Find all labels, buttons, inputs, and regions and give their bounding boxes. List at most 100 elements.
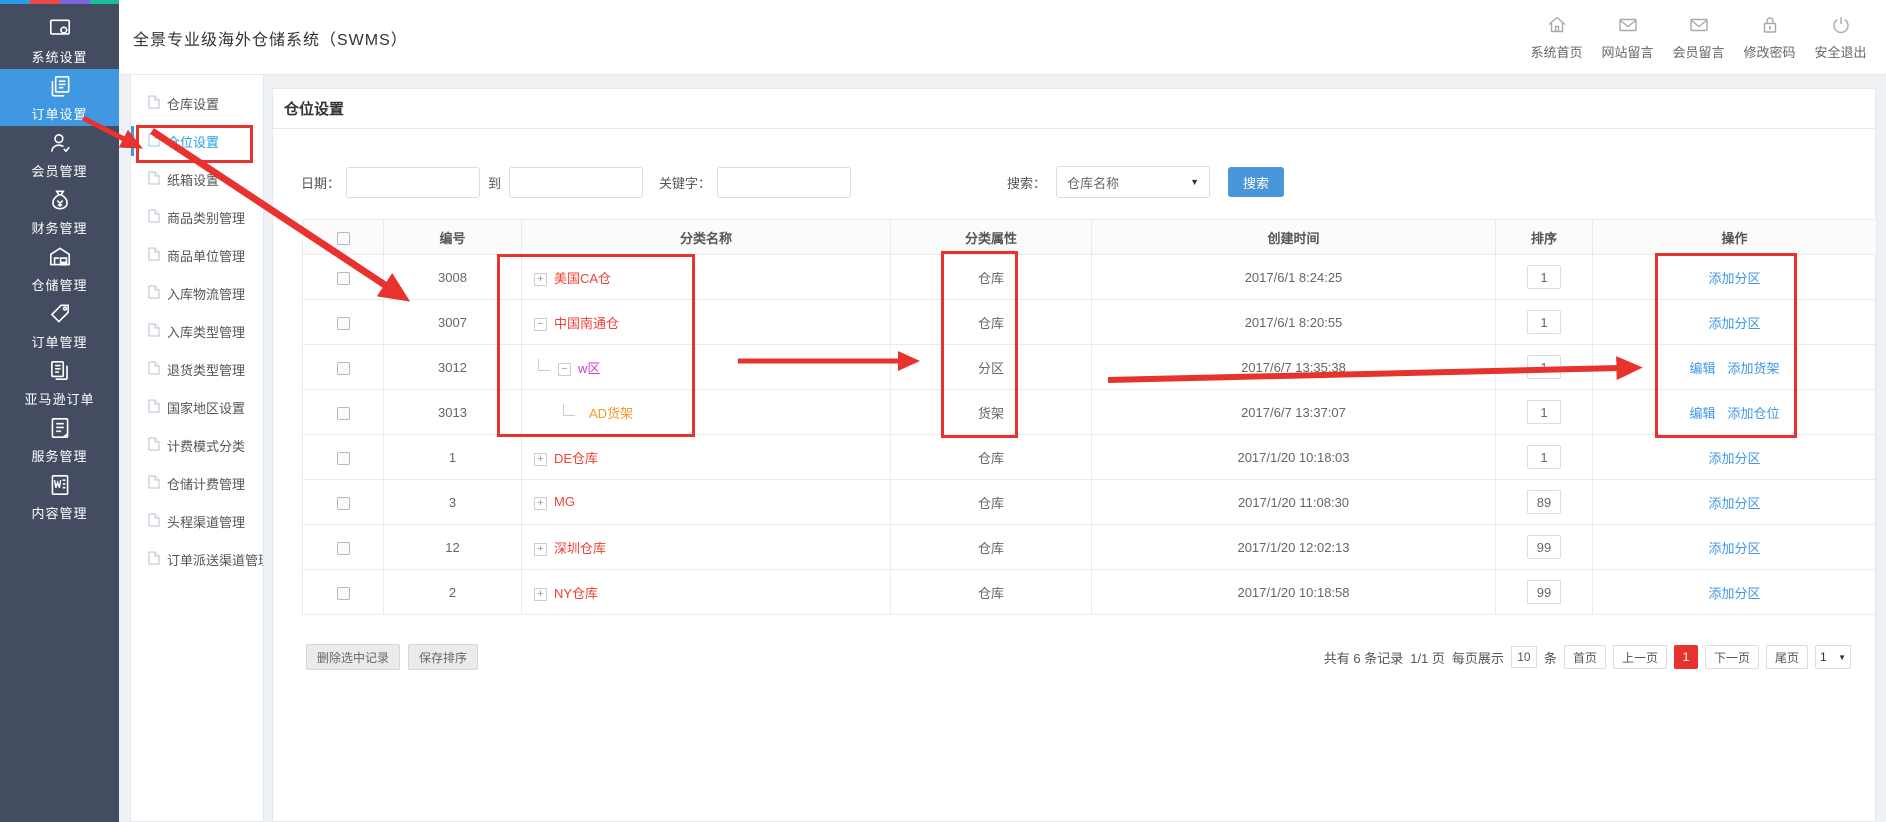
expand-icon[interactable]: + [534,497,547,510]
page-icon [148,133,160,150]
submenu-item-inbound-logistics[interactable]: 入库物流管理 [131,274,263,312]
row-created: 2017/1/20 12:02:13 [1092,525,1496,570]
sort-order-input[interactable] [1527,445,1561,469]
add-zone-link[interactable]: 添加分区 [1708,451,1760,466]
collapse-icon[interactable]: − [534,318,547,331]
date-from-input[interactable] [346,167,480,198]
add-zone-link[interactable]: 添加分区 [1708,586,1760,601]
add-zone-link[interactable]: 添加分区 [1708,496,1760,511]
sidebar-item-label: 仓储管理 [31,275,87,294]
sidebar-item-members[interactable]: 会员管理 [0,126,119,183]
category-name-link[interactable]: DE仓库 [554,451,598,466]
submenu-label: 退货类型管理 [167,360,245,379]
submenu-label: 入库物流管理 [167,284,245,303]
sort-order-input[interactable] [1527,400,1561,424]
save-sort-button[interactable]: 保存排序 [408,644,478,670]
chevron-down-icon: ▼ [1190,177,1199,187]
category-name-link[interactable]: w区 [578,361,600,376]
row-checkbox[interactable] [337,362,350,375]
submenu-item-inbound-type[interactable]: 入库类型管理 [131,312,263,350]
sidebar-item-label: 会员管理 [31,161,87,180]
next-page-button[interactable]: 下一页 [1705,645,1759,669]
expand-icon[interactable]: + [534,453,547,466]
submenu-item-warehouse-settings[interactable]: 仓库设置 [131,84,263,122]
sidebar-item-order-management[interactable]: 订单管理 [0,297,119,354]
submenu-item-storage-billing[interactable]: 仓储计费管理 [131,464,263,502]
submenu-item-billing-mode[interactable]: 计费模式分类 [131,426,263,464]
sort-order-input[interactable] [1527,265,1561,289]
submenu-item-first-leg-channel[interactable]: 头程渠道管理 [131,502,263,540]
topnav-site-messages[interactable]: 网站留言 [1592,14,1663,61]
sort-order-input[interactable] [1527,310,1561,334]
expand-icon[interactable]: + [534,273,547,286]
sidebar-item-system-settings[interactable]: 系统设置 [0,12,119,69]
category-name-link[interactable]: 深圳仓库 [554,541,606,556]
keyword-input[interactable] [717,167,851,198]
edit-link[interactable]: 编辑 [1689,361,1715,376]
topnav-member-messages[interactable]: 会员留言 [1663,14,1734,61]
prev-page-button[interactable]: 上一页 [1613,645,1667,669]
row-checkbox[interactable] [337,272,350,285]
add-bin-link[interactable]: 添加仓位 [1728,406,1780,421]
row-checkbox[interactable] [337,407,350,420]
row-checkbox[interactable] [337,587,350,600]
submenu-item-country-region[interactable]: 国家地区设置 [131,388,263,426]
row-checkbox[interactable] [337,452,350,465]
last-page-button[interactable]: 尾页 [1766,645,1808,669]
sidebar-item-finance[interactable]: 财务管理 [0,183,119,240]
submenu-item-delivery-channel[interactable]: 订单派送渠道管理 [131,540,263,578]
sort-order-input[interactable] [1527,490,1561,514]
category-name-link[interactable]: 美国CA仓 [554,271,611,286]
category-name-link[interactable]: 中国南通仓 [554,316,619,331]
sidebar-item-content[interactable]: 内容管理 [0,468,119,525]
submenu-item-product-category[interactable]: 商品类别管理 [131,198,263,236]
select-all-checkbox[interactable] [337,232,350,245]
submenu-item-bin-settings[interactable]: 仓位设置 [131,122,263,160]
topnav-change-password[interactable]: 修改密码 [1734,14,1805,61]
sidebar-item-service[interactable]: 服务管理 [0,411,119,468]
expand-icon[interactable]: + [534,588,547,601]
topnav-logout[interactable]: 安全退出 [1805,14,1876,61]
row-checkbox[interactable] [337,317,350,330]
topnav-label: 修改密码 [1743,42,1795,61]
page-jump-select[interactable]: 1 ▼ [1815,645,1851,669]
edit-link[interactable]: 编辑 [1689,406,1715,421]
sort-order-input[interactable] [1527,580,1561,604]
collapse-icon[interactable]: − [558,363,571,376]
sort-order-input[interactable] [1527,355,1561,379]
add-zone-link[interactable]: 添加分区 [1708,316,1760,331]
sidebar-item-amazon-orders[interactable]: 亚马逊订单 [0,354,119,411]
date-to-input[interactable] [509,167,643,198]
per-page-input[interactable] [1511,646,1537,668]
category-name-link[interactable]: NY仓库 [554,586,598,601]
sort-order-input[interactable] [1527,535,1561,559]
expand-icon[interactable]: + [534,543,547,556]
row-checkbox[interactable] [337,542,350,555]
date-label: 日期： [301,173,340,192]
submenu-label: 计费模式分类 [167,436,245,455]
sidebar-item-label: 服务管理 [31,446,87,465]
sidebar-item-warehouse[interactable]: 仓储管理 [0,240,119,297]
per-page-label: 每页展示 [1452,648,1504,667]
sidebar-item-order-settings[interactable]: 订单设置 [0,69,119,126]
category-name-link[interactable]: AD货架 [589,406,633,421]
row-attr: 仓库 [891,300,1092,345]
submenu-item-product-unit[interactable]: 商品单位管理 [131,236,263,274]
topnav-home[interactable]: 系统首页 [1521,14,1592,61]
row-created: 2017/6/7 13:37:07 [1092,390,1496,435]
search-type-select[interactable]: 仓库名称 ▼ [1056,166,1210,198]
row-attr: 分区 [891,345,1092,390]
first-page-button[interactable]: 首页 [1564,645,1606,669]
submenu-item-carton-settings[interactable]: 纸箱设置 [131,160,263,198]
table-row: 1 +DE仓库 仓库 2017/1/20 10:18:03 添加分区 [303,435,1877,480]
row-checkbox[interactable] [337,497,350,510]
page-icon [148,171,160,188]
add-shelf-link[interactable]: 添加货架 [1728,361,1780,376]
add-zone-link[interactable]: 添加分区 [1708,541,1760,556]
submenu-item-return-type[interactable]: 退货类型管理 [131,350,263,388]
search-button[interactable]: 搜索 [1228,167,1284,197]
row-created: 2017/1/20 10:18:03 [1092,435,1496,480]
category-name-link[interactable]: MG [554,494,575,509]
add-zone-link[interactable]: 添加分区 [1708,271,1760,286]
delete-selected-button[interactable]: 删除选中记录 [306,644,400,670]
